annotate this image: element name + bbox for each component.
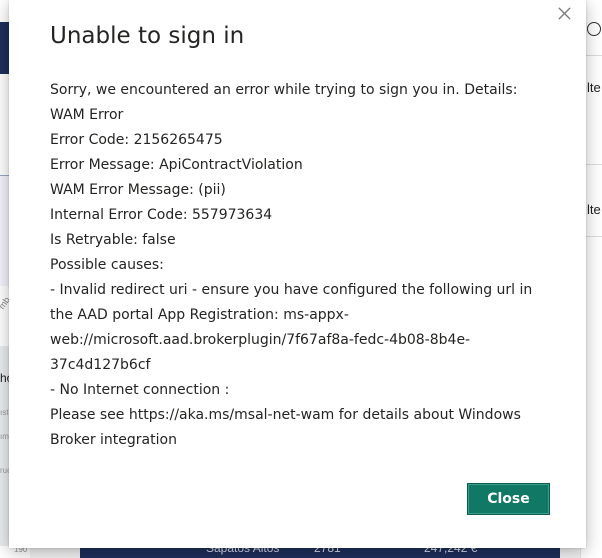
error-line: Is Retryable: false: [50, 232, 176, 248]
background-map-label: ım: [0, 432, 9, 441]
error-details: Sorry, we encountered an error while try…: [50, 78, 550, 453]
app-window: mb ho ıst ım ruc 190 lte lte Sapatos Alt…: [0, 0, 602, 558]
error-line: - Invalid redirect uri - ensure you have…: [50, 282, 533, 298]
background-right-label: lte: [587, 202, 601, 217]
close-button[interactable]: Close: [467, 483, 550, 515]
error-line: - No Internet connection :: [50, 382, 230, 398]
error-line: Internal Error Code: 557973634: [50, 207, 273, 223]
error-line: Error Message: ApiContractViolation: [50, 157, 303, 173]
error-line: 37c4d127b6cf: [50, 357, 151, 373]
error-line: Sorry, we encountered an error while try…: [50, 82, 518, 98]
sign-in-error-dialog: Unable to sign in Sorry, we encountered …: [9, 0, 586, 548]
background-right-label: lte: [587, 80, 601, 95]
dialog-title: Unable to sign in: [50, 23, 245, 49]
background-map-label: ıst: [0, 408, 9, 417]
error-line: Please see https://aka.ms/msal-net-wam f…: [50, 407, 521, 423]
error-line: WAM Error: [50, 107, 124, 123]
error-line: WAM Error Message: (pii): [50, 182, 226, 198]
error-line: Error Code: 2156265475: [50, 132, 223, 148]
error-line: web://microsoft.aad.brokerplugin/7f67af8…: [50, 332, 471, 348]
error-line: the AAD portal App Registration: ms-appx…: [50, 307, 349, 323]
search-icon: [587, 22, 601, 36]
close-icon[interactable]: [552, 1, 576, 25]
error-line: Broker integration: [50, 432, 177, 448]
error-line: Possible causes:: [50, 257, 164, 273]
